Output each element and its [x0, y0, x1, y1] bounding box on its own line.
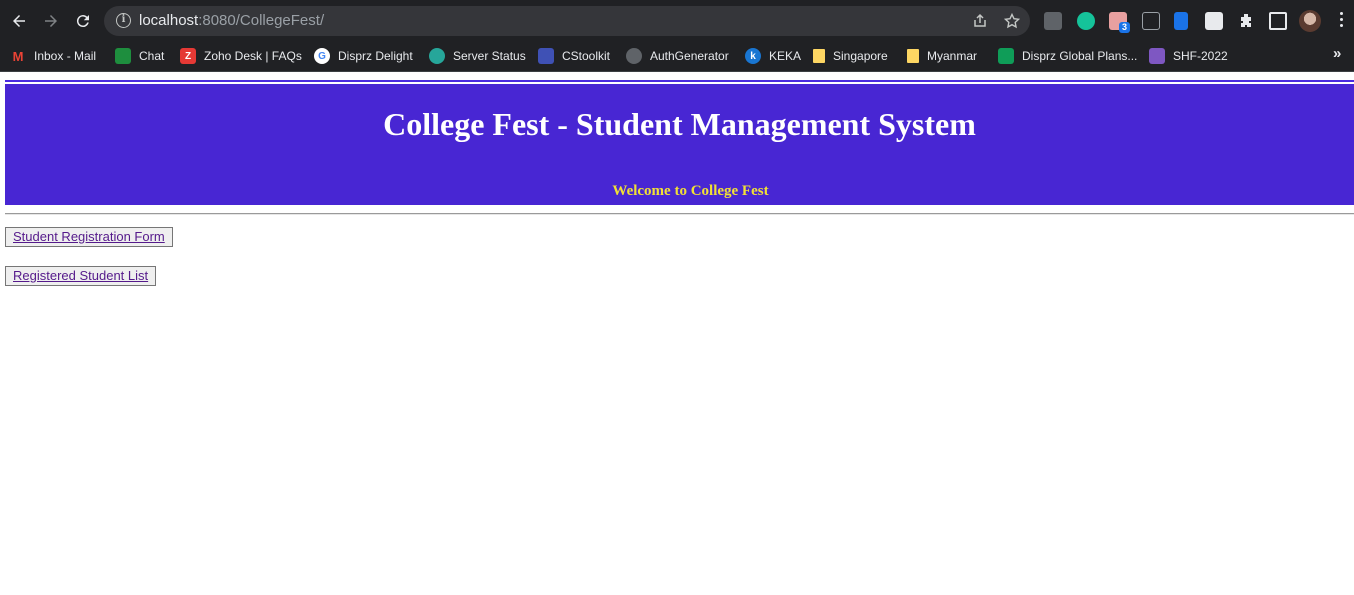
- back-arrow-icon[interactable]: [7, 9, 31, 33]
- extension-badge-count: 3: [1119, 22, 1131, 33]
- globe-icon: [626, 48, 642, 64]
- bookmark-label: Chat: [139, 49, 165, 63]
- bookmark-label: Zoho Desk | FAQs: [204, 49, 302, 63]
- header-banner: College Fest - Student Management System…: [5, 84, 1354, 205]
- bookmark-shf-2022[interactable]: SHF-2022: [1149, 45, 1228, 67]
- bookmark-label: CStoolkit: [562, 49, 611, 63]
- bookmark-label: Disprz Delight: [338, 49, 413, 63]
- bookmark-label: AuthGenerator: [650, 49, 729, 63]
- welcome-text: Welcome to College Fest: [612, 183, 769, 199]
- browser-menu-icon[interactable]: [1334, 12, 1348, 30]
- trello-icon[interactable]: [1174, 12, 1188, 30]
- bookmark-authgenerator[interactable]: AuthGenerator: [626, 45, 729, 67]
- grammarly-icon[interactable]: [1077, 12, 1095, 30]
- bookmark-label: Singapore: [833, 49, 888, 63]
- reload-icon[interactable]: [71, 9, 95, 33]
- address-bar[interactable]: i localhost:8080/CollegeFest/: [104, 6, 1030, 36]
- bookmark-label: Disprz Global Plans...: [1022, 49, 1138, 63]
- registered-student-list-button[interactable]: Registered Student List: [5, 266, 157, 286]
- bookmark-singapore[interactable]: Singapore: [813, 45, 888, 67]
- cstoolkit-icon: [538, 48, 554, 64]
- gmail-icon: M: [12, 48, 24, 64]
- list-icon: [1149, 48, 1165, 64]
- browser-toolbar: i localhost:8080/CollegeFest/ 3: [0, 0, 1354, 42]
- bookmark-myanmar[interactable]: Myanmar: [907, 45, 977, 67]
- bookmark-chat[interactable]: Chat: [115, 45, 164, 67]
- bookmark-zoho-desk[interactable]: Z Zoho Desk | FAQs: [180, 45, 302, 67]
- zoho-icon: Z: [180, 48, 196, 64]
- side-panel-icon[interactable]: [1269, 12, 1287, 30]
- forward-arrow-icon[interactable]: [39, 9, 63, 33]
- url-path: :8080/CollegeFest/: [198, 12, 325, 29]
- extension-badge-icon[interactable]: 3: [1109, 12, 1131, 33]
- profile-avatar[interactable]: [1299, 10, 1321, 32]
- google-icon: G: [314, 48, 330, 64]
- top-divider: [5, 80, 1354, 83]
- bookmark-label: Server Status: [453, 49, 526, 63]
- url-text[interactable]: localhost:8080/CollegeFest/: [139, 12, 324, 29]
- bookmarks-bar: M Inbox - Mail Chat Z Zoho Desk | FAQs G Di…: [0, 42, 1354, 72]
- bookmarks-overflow-chevron-icon[interactable]: »: [1333, 45, 1341, 62]
- page-content: College Fest - Student Management System…: [0, 72, 1354, 595]
- bookmark-inbox-mail[interactable]: M Inbox - Mail: [10, 45, 96, 67]
- extensions-puzzle-icon[interactable]: [1237, 12, 1255, 30]
- bookmark-star-icon[interactable]: [1004, 13, 1020, 29]
- bookmark-label: Inbox - Mail: [34, 49, 97, 63]
- extension-screen-icon[interactable]: [1142, 12, 1160, 30]
- sticky-note-icon: [907, 49, 919, 63]
- share-icon[interactable]: [972, 13, 988, 29]
- page-title: College Fest - Student Management System: [383, 106, 976, 142]
- bookmark-keka[interactable]: k KEKA: [745, 45, 801, 67]
- sticky-note-icon: [813, 49, 825, 63]
- sheets-icon: [998, 48, 1014, 64]
- chat-icon: [115, 48, 131, 64]
- extension-cast-icon[interactable]: [1044, 12, 1062, 30]
- bookmark-disprz-delight[interactable]: G Disprz Delight: [314, 45, 413, 67]
- bottom-divider: [5, 213, 1354, 215]
- bookmark-label: SHF-2022: [1173, 49, 1228, 63]
- url-host: localhost: [139, 12, 199, 29]
- bookmark-label: Myanmar: [927, 49, 978, 63]
- student-registration-form-button[interactable]: Student Registration Form: [5, 227, 173, 247]
- qr-code-icon[interactable]: [1205, 12, 1223, 30]
- bookmark-cstoolkit[interactable]: CStoolkit: [538, 45, 610, 67]
- keka-icon: k: [745, 48, 761, 64]
- site-info-icon[interactable]: i: [116, 13, 131, 28]
- bookmark-server-status[interactable]: Server Status: [429, 45, 526, 67]
- server-status-icon: [429, 48, 445, 64]
- bookmark-disprz-global-plans[interactable]: Disprz Global Plans...: [998, 45, 1137, 67]
- bookmark-label: KEKA: [769, 49, 802, 63]
